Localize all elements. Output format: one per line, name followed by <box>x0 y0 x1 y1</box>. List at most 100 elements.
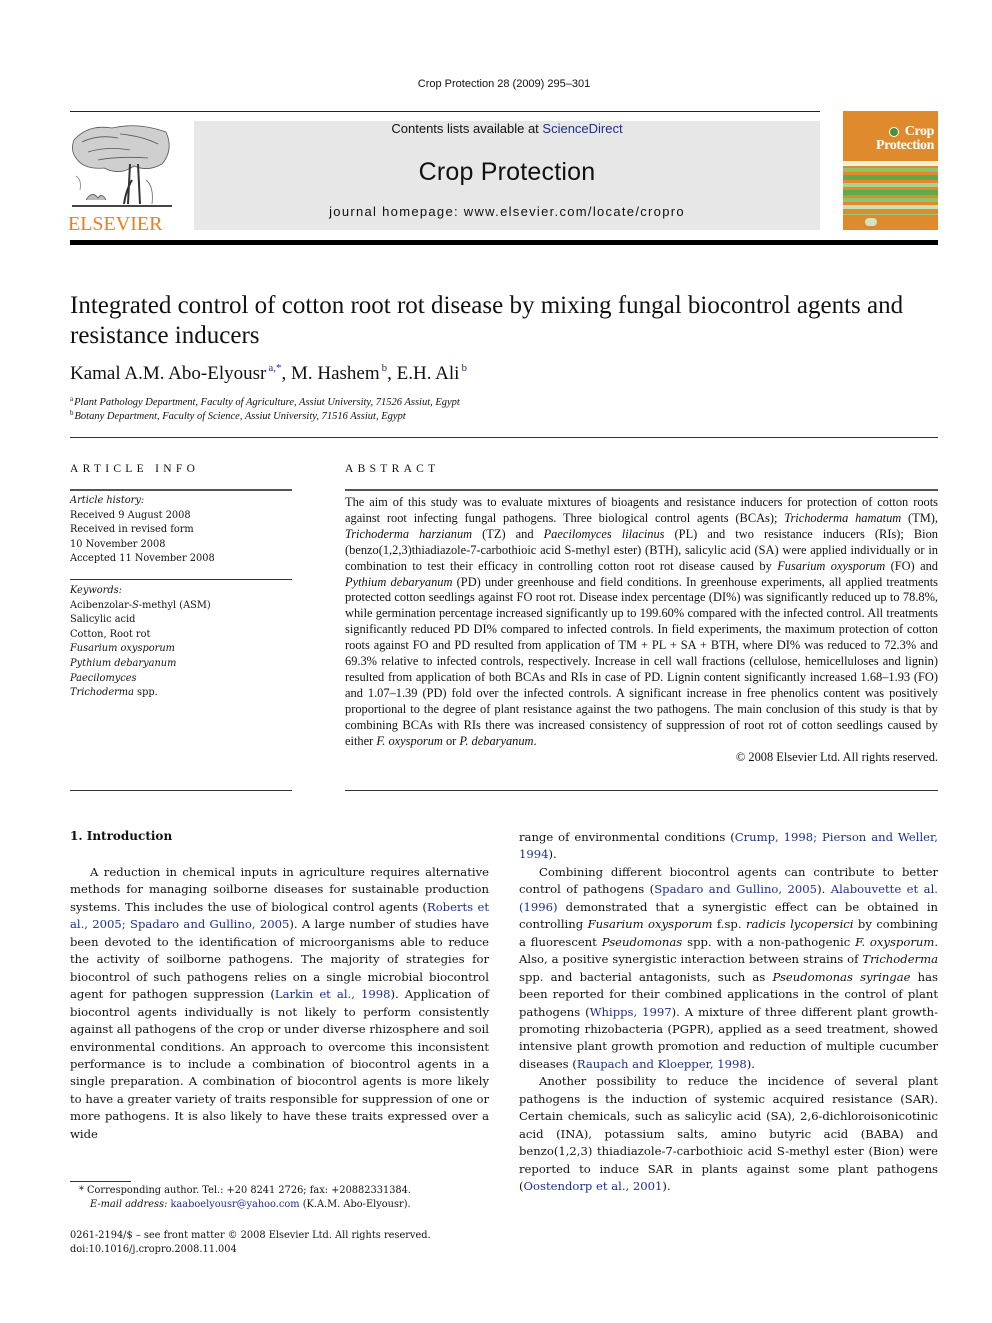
keyword: Salicylic acid <box>70 614 136 626</box>
elsevier-tree-icon <box>72 125 172 207</box>
citation-link[interactable]: Spadaro and Gullino, 2005 <box>654 882 817 896</box>
keyword: Pythium debaryanum <box>70 657 211 672</box>
citation-link[interactable]: Oostendorp et al., 2001 <box>524 1179 663 1193</box>
article-info-rule <box>70 790 292 791</box>
email-note: E-mail address: kaaboelyousr@yahoo.com (… <box>90 1199 411 1210</box>
issn-line: 0261-2194/$ – see front matter © 2008 El… <box>70 1230 431 1241</box>
journal-homepage[interactable]: journal homepage: www.elsevier.com/locat… <box>194 204 820 219</box>
italic-term: Pseudomonas <box>601 934 683 949</box>
journal-citation: Crop Protection 28 (2009) 295–301 <box>417 78 591 90</box>
keyword: Paecilomyces <box>70 672 211 687</box>
cover-stripe <box>843 214 938 215</box>
section-rule <box>70 437 938 438</box>
contents-line: Contents lists available at ScienceDirec… <box>194 121 820 137</box>
sciencedirect-link[interactable]: ScienceDirect <box>542 121 622 136</box>
history-entry: Received in revised form <box>70 524 194 536</box>
article-info-rule <box>70 579 292 580</box>
citation-link[interactable]: Crump, 1998; Pierson and Weller, 1994 <box>519 830 938 861</box>
email-suffix: (K.A.M. Abo-Elyousr). <box>299 1199 411 1210</box>
italic-term: Fusarium oxysporum <box>777 558 886 573</box>
italic-term: Paecilomyces lilacinus <box>543 526 665 541</box>
elsevier-logo[interactable]: ELSEVIER <box>68 120 176 236</box>
body-paragraph: A reduction in chemical inputs in agricu… <box>70 865 489 1141</box>
keywords: Keywords: Acibenzolar-S-methyl (ASM) Sal… <box>70 584 211 701</box>
affiliation-mark: a <box>70 395 74 403</box>
corresponding-author-note: * Corresponding author. Tel.: +20 8241 2… <box>79 1185 412 1196</box>
author-marks[interactable]: a,* <box>268 362 281 374</box>
author-name[interactable]: E.H. Ali <box>397 363 460 384</box>
cover-stripe <box>843 175 938 180</box>
citation-link[interactable]: Raupach and Kloepper, 1998 <box>577 1057 747 1071</box>
header-thick-rule <box>70 240 938 245</box>
citation-link[interactable]: Larkin et al., 1998 <box>275 987 391 1001</box>
keywords-label: Keywords: <box>70 585 122 596</box>
cover-logo-icon <box>865 218 877 226</box>
affiliation: bBotany Department, Faculty of Science, … <box>70 409 406 422</box>
keyword-italic: Paecilomyces <box>70 672 137 684</box>
abstract-copyright: © 2008 Elsevier Ltd. All rights reserved… <box>735 749 938 764</box>
affiliation-text: Botany Department, Faculty of Science, A… <box>74 411 406 422</box>
section-heading-introduction: 1. Introduction <box>70 829 173 843</box>
author-separator: , <box>387 363 397 384</box>
keyword: Fusarium oxysporum <box>70 642 211 657</box>
abstract-paragraph: The aim of this study was to evaluate mi… <box>345 495 939 748</box>
body-column-left: A reduction in chemical inputs in agricu… <box>70 864 489 1143</box>
body-paragraph: range of environmental conditions (Crump… <box>519 830 938 862</box>
article-info-rule <box>70 489 292 491</box>
affiliation-mark: b <box>70 409 74 417</box>
body-column-right: range of environmental conditions (Crump… <box>519 829 938 1196</box>
citation-link[interactable]: Whipps, 1997 <box>590 1005 672 1019</box>
italic-term: P. debaryanum <box>459 733 534 748</box>
citation-link[interactable]: Roberts et al., 2005; Spadaro and Gullin… <box>70 900 489 931</box>
article-history: Article history: Received 9 August 2008 … <box>70 494 215 567</box>
italic-term: Trichoderma <box>862 952 938 967</box>
article-title: Integrated control of cotton root rot di… <box>70 292 904 349</box>
top-rule <box>70 111 820 112</box>
history-entry: Received 9 August 2008 <box>70 509 191 521</box>
keyword-italic: Trichoderma <box>70 687 134 699</box>
abstract-body: The aim of this study was to evaluate mi… <box>345 495 938 765</box>
keyword-text: spp. <box>133 687 158 699</box>
cover-title-line1: Crop <box>904 124 935 139</box>
keyword: Cotton, Root rot <box>70 628 151 640</box>
affiliation: aPlant Pathology Department, Faculty of … <box>70 395 460 408</box>
affiliation-text: Plant Pathology Department, Faculty of A… <box>74 397 460 408</box>
keyword-italic: Pythium debaryanum <box>70 657 177 669</box>
cover-title-line2: Protection <box>876 138 934 153</box>
contents-prefix: Contents lists available at <box>391 121 543 136</box>
cover-title: Crop Protection <box>876 125 934 153</box>
author-list: Kamal A.M. Abo-Elyousr a,*, M. Hashem b, E… <box>70 362 467 385</box>
doi-line[interactable]: doi:10.1016/j.cropro.2008.11.004 <box>70 1244 237 1255</box>
journal-cover-thumbnail[interactable]: Crop Protection <box>843 111 938 230</box>
elsevier-wordmark: ELSEVIER <box>68 213 163 235</box>
abstract-rule <box>345 489 938 491</box>
email-label: E-mail address: <box>90 1199 171 1210</box>
keyword: Acibenzolar-S-methyl (ASM) <box>70 599 211 614</box>
journal-banner: Contents lists available at ScienceDirec… <box>194 121 820 230</box>
history-label: Article history: <box>70 495 145 506</box>
keyword-text: -methyl (ASM) <box>138 599 211 611</box>
author-name[interactable]: Kamal A.M. Abo-Elyousr <box>70 363 266 384</box>
italic-term: radicis lycopersici <box>745 917 854 932</box>
keyword: Trichoderma spp. <box>70 686 211 701</box>
cover-stripe <box>843 161 938 166</box>
italic-term: Pseudomonas syringae <box>772 969 911 984</box>
email-link[interactable]: kaaboelyousr@yahoo.com <box>171 1199 300 1210</box>
italic-term: F. oxysporum <box>376 733 443 748</box>
italic-term: Pythium debaryanum <box>345 574 453 589</box>
italic-term: Trichoderma harzianum <box>345 526 473 541</box>
cover-stripe <box>843 198 938 202</box>
author-marks[interactable]: b <box>461 362 467 374</box>
keyword-text: Acibenzolar- <box>70 599 133 611</box>
journal-title: Crop Protection <box>418 158 596 186</box>
body-paragraph: Another possibility to reduce the incide… <box>519 1074 938 1194</box>
cover-stripe <box>843 183 938 187</box>
footnote-rule <box>70 1181 131 1182</box>
author-name[interactable]: M. Hashem <box>291 363 380 384</box>
cover-stripe <box>843 190 938 195</box>
keyword-italic: S <box>132 599 139 611</box>
italic-term: F. oxysporum <box>855 934 935 949</box>
history-entry: Accepted 11 November 2008 <box>70 553 215 565</box>
italic-term: Trichoderma hamatum <box>784 510 902 525</box>
keyword-italic: Fusarium oxysporum <box>70 643 175 655</box>
